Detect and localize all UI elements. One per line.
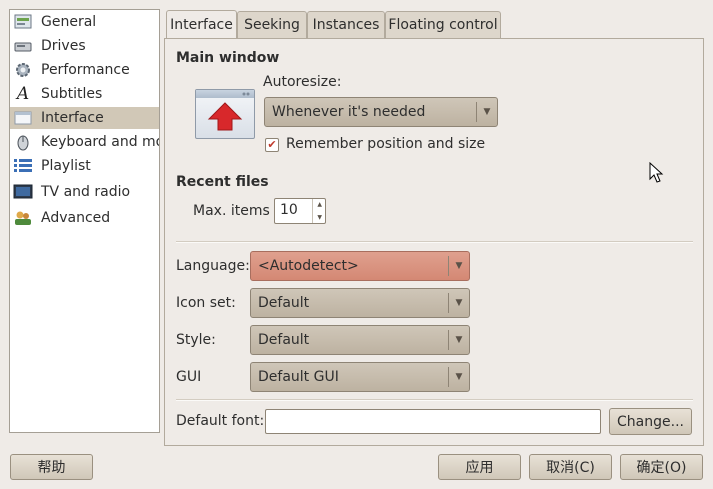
apply-button[interactable]: 应用 [438, 454, 521, 480]
sidebar-item-label: Playlist [41, 158, 91, 174]
remember-position-label: Remember position and size [286, 136, 486, 152]
performance-icon [13, 61, 33, 79]
language-select[interactable]: <Autodetect> ▼ [250, 251, 470, 281]
window-resize-icon [195, 89, 255, 139]
max-items-spinner[interactable]: 10 ▲ ▼ [274, 198, 326, 224]
section-divider [176, 241, 693, 243]
gui-label: GUI [176, 369, 202, 385]
mouse-cursor-icon [649, 162, 664, 183]
iconset-label: Icon set: [176, 295, 236, 311]
general-icon [13, 13, 33, 31]
tab-instances[interactable]: Instances [307, 11, 385, 38]
remember-position-checkbox[interactable]: ✔ [265, 138, 279, 152]
autoresize-label: Autoresize: [263, 74, 342, 90]
sidebar-item-interface[interactable]: Interface [10, 107, 159, 129]
sidebar-item-label: Keyboard and mouse [41, 134, 159, 150]
language-label: Language: [176, 258, 250, 274]
sidebar-item-performance[interactable]: Performance [10, 59, 159, 81]
iconset-value: Default [258, 295, 310, 311]
help-button[interactable]: 帮助 [10, 454, 93, 480]
subtitles-icon: A [16, 84, 30, 104]
sidebar-item-subtitles[interactable]: A Subtitles [10, 83, 159, 105]
max-items-label: Max. items [193, 203, 270, 219]
advanced-icon [13, 209, 33, 227]
gui-select[interactable]: Default GUI ▼ [250, 362, 470, 392]
style-value: Default [258, 332, 310, 348]
default-font-label: Default font: [176, 413, 265, 429]
chevron-down-icon: ▼ [455, 261, 463, 271]
iconset-select[interactable]: Default ▼ [250, 288, 470, 318]
tv-icon [13, 183, 33, 201]
chevron-down-icon: ▼ [483, 107, 491, 117]
main-window-title: Main window [176, 50, 280, 66]
section-divider [176, 399, 693, 401]
ok-button[interactable]: 确定(O) [620, 454, 703, 480]
change-font-button[interactable]: Change... [609, 408, 692, 435]
sidebar-item-label: Subtitles [41, 86, 103, 102]
cancel-button[interactable]: 取消(C) [529, 454, 612, 480]
tab-interface[interactable]: Interface [166, 10, 237, 38]
chevron-down-icon: ▼ [455, 335, 463, 345]
sidebar-item-general[interactable]: General [10, 11, 159, 33]
gui-value: Default GUI [258, 369, 339, 385]
playlist-icon [13, 157, 33, 175]
sidebar-item-label: Interface [41, 110, 104, 126]
style-select[interactable]: Default ▼ [250, 325, 470, 355]
tab-floating-control[interactable]: Floating control [385, 11, 501, 38]
interface-icon [13, 109, 33, 127]
tab-seeking[interactable]: Seeking [237, 11, 307, 38]
sidebar-item-label: General [41, 14, 97, 30]
sidebar-item-tv-radio[interactable]: TV and radio [10, 181, 159, 203]
chevron-down-icon: ▼ [455, 298, 463, 308]
sidebar-item-label: Advanced [41, 210, 111, 226]
max-items-value: 10 [280, 202, 298, 218]
default-font-field[interactable] [265, 409, 601, 434]
keyboard-mouse-icon [13, 133, 33, 151]
sidebar-item-advanced[interactable]: Advanced [10, 207, 159, 229]
sidebar-item-label: Drives [41, 38, 86, 54]
recent-files-title: Recent files [176, 174, 269, 190]
sidebar-item-playlist[interactable]: Playlist [10, 155, 159, 177]
sidebar-list[interactable]: General Drives Performance A Subtitles I… [9, 9, 160, 433]
drive-icon [13, 37, 33, 55]
chevron-down-icon: ▼ [455, 372, 463, 382]
sidebar-item-label: TV and radio [41, 184, 131, 200]
language-value: <Autodetect> [258, 258, 359, 274]
spin-down-icon[interactable]: ▼ [317, 214, 322, 221]
style-label: Style: [176, 332, 216, 348]
spin-up-icon[interactable]: ▲ [317, 201, 322, 208]
sidebar-item-label: Performance [41, 62, 130, 78]
sidebar-item-drives[interactable]: Drives [10, 35, 159, 57]
horizontal-scrollbar[interactable]: ◀ ||| ▶ [10, 432, 159, 433]
autoresize-select[interactable]: Whenever it's needed ▼ [264, 97, 498, 127]
sidebar-item-keyboard-mouse[interactable]: Keyboard and mouse [10, 131, 159, 153]
autoresize-value: Whenever it's needed [272, 104, 426, 120]
